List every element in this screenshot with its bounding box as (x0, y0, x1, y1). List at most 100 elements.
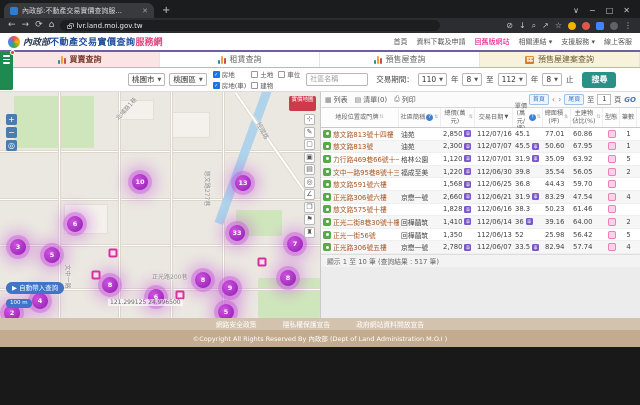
address-link[interactable]: 慈文路813號 (333, 141, 373, 151)
cluster-marker[interactable]: 5 (44, 247, 60, 263)
landmark-tool[interactable]: ♜ (304, 227, 315, 238)
parking-adjusted-icon[interactable]: 車 (532, 244, 539, 251)
cluster-marker[interactable]: 5 (218, 304, 234, 318)
locate-on-map-icon[interactable] (323, 130, 331, 138)
cluster-marker[interactable]: 8 (280, 270, 296, 286)
tab-close-icon[interactable]: ✕ (142, 7, 148, 15)
building-type-icon[interactable] (608, 243, 616, 251)
forward-icon[interactable]: → (22, 21, 30, 30)
browser-tab[interactable]: 內政部:不動產交易實價查詢服... ✕ (4, 3, 154, 18)
price-map-toggle[interactable]: 實價地圖 (289, 96, 316, 111)
tab-預售屋查詢[interactable]: 預售屋查詢 (320, 52, 480, 67)
sort-icon[interactable]: ▼ (504, 115, 508, 121)
building-type-icon[interactable] (608, 180, 616, 188)
parking-adjusted-icon[interactable]: 車 (532, 143, 539, 150)
building-type-icon[interactable] (608, 205, 616, 213)
parking-included-icon[interactable]: 車 (464, 244, 471, 251)
parking-included-icon[interactable]: 車 (464, 193, 471, 200)
list-view-button[interactable]: ▦列表 (325, 95, 348, 105)
parking-adjusted-icon[interactable]: 車 (526, 218, 533, 225)
map-pin-marker[interactable] (92, 271, 101, 280)
column-header-8[interactable]: 筆數 (620, 108, 637, 127)
sort-icon[interactable]: ⇅ (434, 115, 438, 121)
window-restore-icon[interactable]: ∨ (573, 7, 579, 15)
download-icon[interactable]: ↓ (519, 21, 526, 30)
district-select[interactable]: 桃園區▼ (169, 73, 206, 86)
next-page-icon[interactable]: › (558, 95, 561, 104)
url-text[interactable]: lvr.land.moi.gov.tw (76, 22, 142, 30)
window-minimize-icon[interactable]: − (589, 7, 596, 15)
from-year-select[interactable]: 110▼ (418, 73, 447, 86)
building-type-icon[interactable] (608, 130, 616, 138)
cluster-marker[interactable]: 8 (195, 272, 211, 288)
first-page-button[interactable]: 首頁 (529, 94, 549, 105)
table-row[interactable]: 正光二街8巷30號十樓回樺囍筑1,410車112/06/1436車39.1664… (321, 216, 640, 229)
address-link[interactable]: 正光一街56號 (333, 230, 376, 240)
checkbox-建物[interactable]: 建物 (251, 80, 273, 90)
map-pin-marker[interactable] (109, 249, 118, 258)
address-link[interactable]: 正光二街8巷30號十樓 (333, 217, 399, 227)
auto-query-button[interactable]: ▶ 自動帶入查詢 (6, 282, 64, 294)
cluster-marker[interactable]: 6 (67, 216, 83, 232)
window-maximize-icon[interactable]: □ (606, 7, 614, 15)
locate-on-map-icon[interactable] (323, 243, 331, 251)
community-name-input[interactable] (306, 73, 368, 86)
address-link[interactable]: 力行路469巷66號十一樓 (333, 154, 399, 164)
column-header-5[interactable]: 總面積(坪)⇅ (543, 108, 571, 127)
last-page-button[interactable]: 尾頁 (564, 94, 584, 105)
footer-link[interactable]: 政府網站資料開放宣告 (356, 319, 424, 329)
screenshot-tool[interactable]: ▤ (304, 164, 315, 175)
cluster-marker[interactable]: 8 (102, 277, 118, 293)
parking-included-icon[interactable]: 車 (464, 218, 471, 225)
table-row[interactable]: 正光一街56號回樺囍筑1,350112/06/135225.9856.425 (321, 229, 640, 242)
header-nav-item[interactable]: 資料下載及申請 (417, 37, 466, 47)
column-header-3[interactable]: 交易日期▼ (475, 108, 513, 127)
extension-icon[interactable] (582, 22, 590, 30)
cart-button[interactable]: ▤清單(0) (355, 95, 388, 105)
zoom-in-button[interactable]: + (6, 114, 17, 125)
checkbox-車位[interactable]: 車位 (278, 69, 300, 79)
cluster-marker[interactable]: 10 (132, 174, 148, 190)
sort-icon[interactable]: ⇅ (469, 115, 473, 121)
overview-tool[interactable]: ❐ (304, 202, 315, 213)
sort-icon[interactable]: ⇅ (537, 115, 541, 121)
parking-included-icon[interactable]: 車 (464, 206, 471, 213)
to-year-select[interactable]: 112▼ (498, 73, 527, 86)
table-row[interactable]: 正光路306號六樓京懋一號2,660車112/06/2131.9車83.2947… (321, 191, 640, 204)
back-icon[interactable]: ← (8, 21, 16, 30)
cluster-marker[interactable]: 3 (10, 239, 26, 255)
cluster-marker[interactable]: 33 (229, 225, 245, 241)
sort-icon[interactable]: ⇅ (380, 115, 384, 121)
tab-預售屋建案查詢[interactable]: 預售屋建案查詢 (480, 52, 640, 67)
map-canvas[interactable]: + − ◎ 實價地圖 ⊹✎▢▣▤◎∠❐⚑♜ ▶ 自動帶入查詢 100 m 121… (0, 92, 320, 318)
checkbox-土地[interactable]: 土地 (251, 69, 273, 79)
address-link[interactable]: 慈文路591號六樓 (333, 179, 387, 189)
parking-included-icon[interactable]: 車 (464, 155, 471, 162)
footer-link[interactable]: 網路安全政策 (216, 319, 257, 329)
tab-買賣查詢[interactable]: 買賣查詢 (0, 52, 160, 67)
map-locate-button[interactable]: ◎ (6, 140, 17, 151)
go-button[interactable]: GO (624, 96, 636, 104)
locate-on-map-icon[interactable] (323, 231, 331, 239)
building-type-icon[interactable] (608, 231, 616, 239)
header-nav-item[interactable]: 線上客服 (604, 37, 632, 47)
table-row[interactable]: 文中一路95巷8號十三樓福成至美1,220車112/06/3039.835.54… (321, 166, 640, 179)
extension-icon[interactable] (596, 22, 604, 30)
column-header-4[interactable]: 單價(萬元/坪)?⇅ (513, 108, 543, 127)
building-type-icon[interactable] (608, 142, 616, 150)
zoom-out-button[interactable]: − (6, 127, 17, 138)
parking-included-icon[interactable]: 車 (464, 130, 471, 137)
column-header-1[interactable]: 社區簡稱?⇅ (399, 108, 441, 127)
to-month-select[interactable]: 8▼ (542, 73, 562, 86)
cluster-marker[interactable]: 7 (287, 236, 303, 252)
checkbox-房地(車)[interactable]: ✓房地(車) (213, 80, 247, 90)
sort-icon[interactable]: ⇅ (564, 115, 568, 121)
header-nav-item[interactable]: 支援服務 ▾ (561, 37, 595, 47)
header-nav-item[interactable]: 回舊版網站 (475, 37, 510, 47)
cluster-marker[interactable]: 9 (222, 280, 238, 296)
reload-icon[interactable]: ⟳ (35, 21, 43, 30)
parking-included-icon[interactable]: 車 (464, 181, 471, 188)
footer-link[interactable]: 隱私權保護宣告 (283, 319, 331, 329)
bookmark-star-icon[interactable]: ☆ (555, 21, 562, 30)
building-type-icon[interactable] (608, 193, 616, 201)
